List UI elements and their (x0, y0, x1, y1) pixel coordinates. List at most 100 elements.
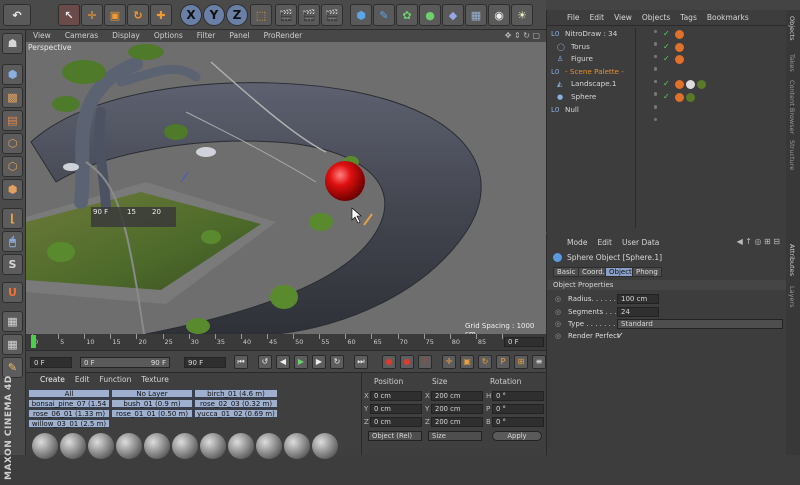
am-menu-edit[interactable]: Edit (597, 238, 612, 247)
material-menu-texture[interactable]: Texture (141, 375, 168, 384)
move-icon[interactable]: ✛ (81, 4, 103, 26)
position-x-field[interactable]: 0 cm (370, 391, 422, 401)
enable-check-icon[interactable]: ✓ (663, 91, 670, 103)
coordinate-system-icon[interactable]: ⬚ (250, 4, 272, 26)
material-swatch[interactable] (256, 433, 282, 459)
object-tag-icon[interactable] (686, 80, 695, 90)
light-icon[interactable]: ☀ (511, 4, 533, 26)
planar-workplane-icon[interactable]: ▦ (2, 334, 23, 355)
layer-yucca[interactable]: yucca_01_02 (0.69 m) (194, 409, 278, 418)
end-frame-field[interactable]: 90 F (184, 357, 226, 368)
viewport-menu-filter[interactable]: Filter (190, 30, 223, 42)
material-swatch[interactable] (172, 433, 198, 459)
rail-tab-structure[interactable]: Structure (788, 140, 796, 170)
render-view-icon[interactable]: 🎬 (275, 4, 297, 26)
timeline-ruler[interactable]: 051015202530354045505560657075808590 0 F (26, 334, 546, 350)
timeline-menu-icon[interactable]: ≡ (532, 355, 546, 369)
object-tag-icon[interactable] (686, 93, 695, 102)
object-tag-icon[interactable] (675, 30, 684, 39)
rotation-b-field[interactable]: 0 ° (492, 417, 544, 427)
autokey-icon[interactable]: ● (400, 355, 414, 369)
material-swatch[interactable] (88, 433, 114, 459)
lock-workplane-icon[interactable]: ▦ (2, 311, 23, 332)
camera-icon[interactable]: ◉ (488, 4, 510, 26)
object-row[interactable]: ◯ Torus ✓ (551, 41, 781, 58)
object-tag-icon[interactable] (675, 93, 684, 102)
material-swatch[interactable] (32, 433, 58, 459)
size-x-field[interactable]: 200 cm (431, 391, 483, 401)
radius-keyframe-icon[interactable]: ◎ (555, 295, 561, 303)
subdivision-icon[interactable]: ✿ (396, 4, 418, 26)
rail-tab-layers[interactable]: Layers (788, 286, 796, 308)
material-swatch[interactable] (228, 433, 254, 459)
y-axis-button[interactable]: Y (203, 4, 225, 26)
type-dropdown[interactable]: Standard (617, 319, 783, 329)
radius-field[interactable]: 100 cm (617, 294, 659, 304)
object-name[interactable]: Torus (571, 41, 590, 53)
object-name[interactable]: - Scene Palette - (565, 66, 624, 78)
enable-check-icon[interactable]: ✓ (663, 28, 670, 40)
pen-spline-icon[interactable]: ✎ (373, 4, 395, 26)
om-menu-tags[interactable]: Tags (680, 13, 697, 22)
render-perfect-checkbox[interactable]: ✓ (617, 331, 624, 340)
viewport-menu-display[interactable]: Display (105, 30, 147, 42)
coordinate-mode-dropdown[interactable]: Object (Rel) (368, 431, 422, 441)
visibility-dots[interactable] (653, 105, 658, 130)
render-region-icon[interactable]: 🎬 (298, 4, 320, 26)
object-tag-icon[interactable] (675, 55, 684, 65)
rotate-icon[interactable]: ↻ (127, 4, 149, 26)
go-to-end-icon[interactable]: ⏭ (354, 355, 368, 369)
next-key-icon[interactable]: ↻ (330, 355, 344, 369)
layer-no-layer[interactable]: No Layer (111, 389, 193, 398)
material-swatch[interactable] (60, 433, 86, 459)
material-swatch[interactable] (144, 433, 170, 459)
object-name[interactable]: Null (565, 104, 579, 116)
render-perfect-keyframe-icon[interactable]: ◎ (555, 332, 561, 340)
rail-tab-attributes[interactable]: Attributes (788, 244, 796, 276)
material-menu-create[interactable]: Create (40, 375, 65, 384)
type-keyframe-icon[interactable]: ◎ (555, 320, 561, 328)
om-menu-objects[interactable]: Objects (642, 13, 670, 22)
deformer-icon[interactable]: ◆ (442, 4, 464, 26)
layer-willow[interactable]: willow_03_01 (2.5 m) (28, 419, 110, 428)
model-mode-icon[interactable]: ⬢ (2, 64, 23, 85)
layer-rose-01[interactable]: rose_01_01 (0.50 m) (111, 409, 193, 418)
layer-bonsai-pine[interactable]: bonsai_pine_07 (1.54 m) (28, 399, 110, 417)
prev-frame-icon[interactable]: ◀ (276, 355, 290, 369)
om-menu-file[interactable]: File (567, 13, 580, 22)
attribute-nav-icons[interactable]: ◀ ↑ ◎ ⊞ ⊟ (737, 237, 780, 246)
go-to-start-icon[interactable]: ⏮ (234, 355, 248, 369)
recent-tool-icon[interactable]: ✚ (150, 4, 172, 26)
points-mode-icon[interactable]: ⬡ (2, 133, 23, 154)
key-pla-icon[interactable]: ⊞ (514, 355, 528, 369)
object-row[interactable]: ♙ Figure ✓ (551, 53, 781, 71)
tab-phong[interactable]: Phong (632, 267, 662, 277)
tweak-mode-icon[interactable]: 🖱 (2, 231, 23, 252)
layer-birch[interactable]: birch_01 (4.6 m) (194, 389, 278, 398)
timeline-playhead[interactable] (31, 335, 36, 348)
object-name[interactable]: Sphere (571, 91, 596, 103)
object-tag-icon[interactable] (675, 80, 684, 90)
x-axis-button[interactable]: X (180, 4, 202, 26)
position-z-field[interactable]: 0 cm (370, 417, 422, 427)
size-z-field[interactable]: 200 cm (431, 417, 483, 427)
om-menu-bookmarks[interactable]: Bookmarks (707, 13, 749, 22)
viewport-menu-prorender[interactable]: ProRender (257, 30, 310, 42)
snap-icon[interactable]: S (2, 254, 23, 275)
rotation-h-field[interactable]: 0 ° (492, 391, 544, 401)
object-row[interactable]: ● Sphere ✓ (551, 91, 781, 108)
start-frame-field[interactable]: 0 F (30, 357, 72, 368)
undo-icon[interactable]: ↶ (3, 4, 31, 26)
prev-key-icon[interactable]: ↺ (258, 355, 272, 369)
material-swatch[interactable] (200, 433, 226, 459)
layer-all[interactable]: All (28, 389, 110, 398)
viewport-nav-icons[interactable]: ✥ ⇕ ↻ ▢ (505, 31, 540, 40)
object-row[interactable]: ◭ Landscape.1 ✓ (551, 78, 781, 96)
om-menu-edit[interactable]: Edit (590, 13, 605, 22)
viewport-menu-view[interactable]: View (26, 30, 58, 42)
key-param-icon[interactable]: P (496, 355, 510, 369)
polygons-mode-icon[interactable]: ⬢ (2, 179, 23, 200)
material-swatch[interactable] (312, 433, 338, 459)
tab-basic[interactable]: Basic (553, 267, 580, 277)
render-settings-icon[interactable]: 🎬 (321, 4, 343, 26)
